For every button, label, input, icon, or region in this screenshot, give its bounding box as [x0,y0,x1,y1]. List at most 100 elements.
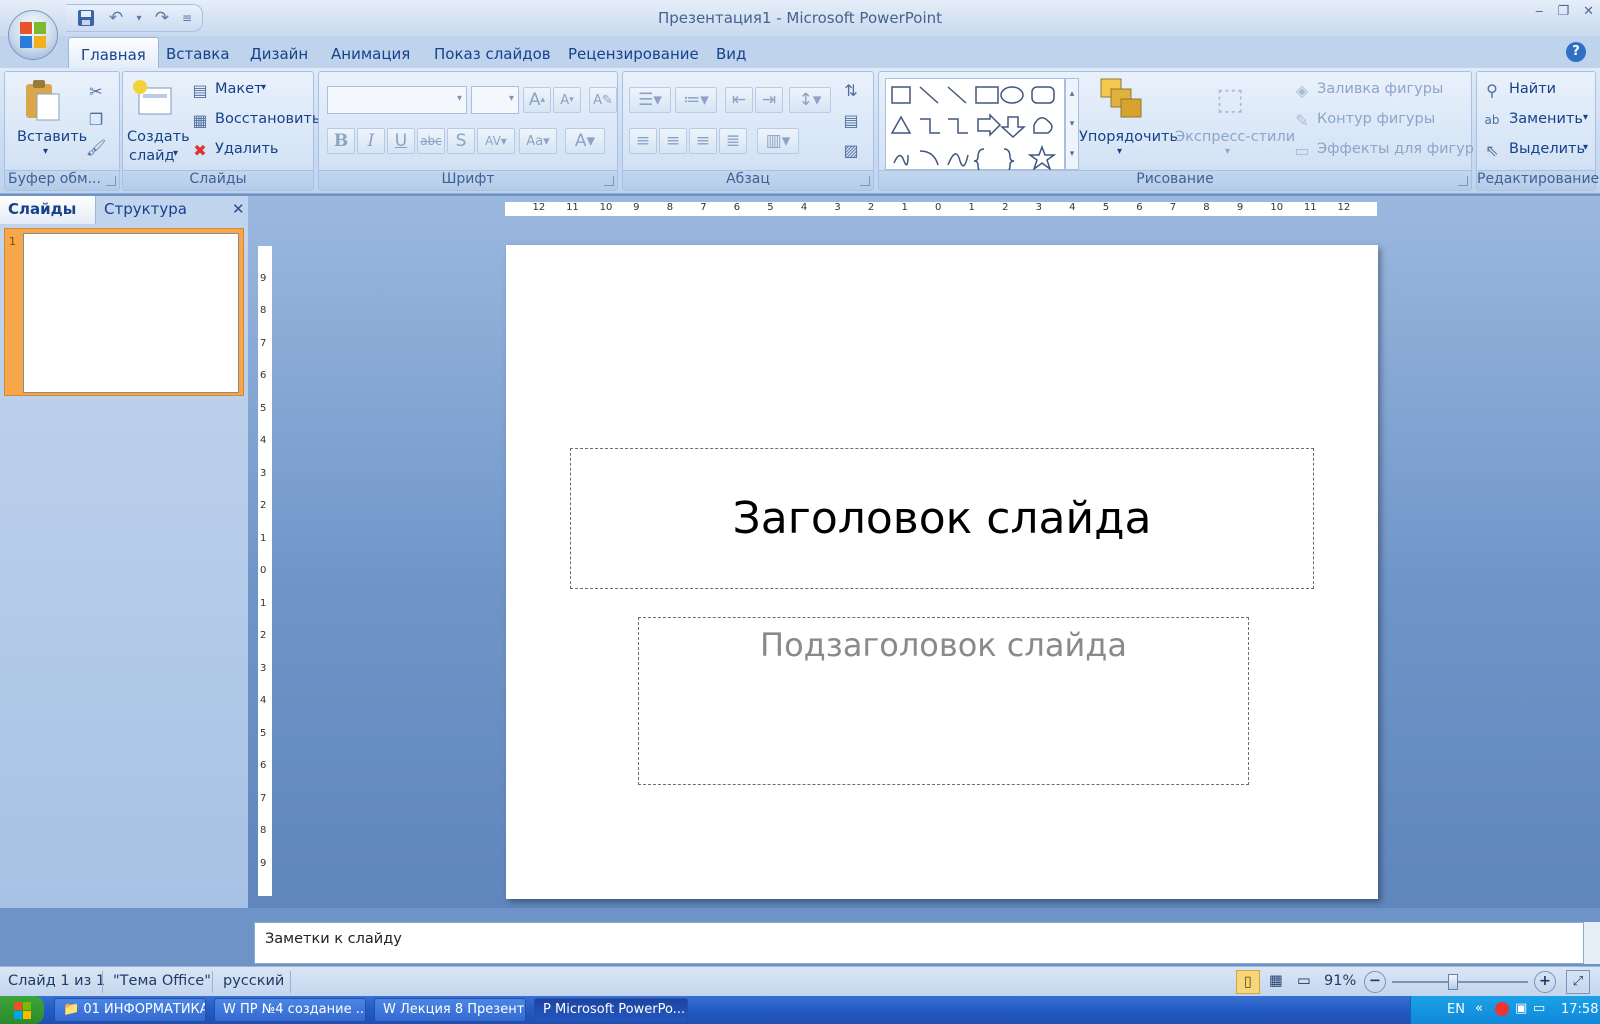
quick-styles-button[interactable]: Экспресс-стили [1175,129,1295,145]
font-size-dropdown-icon[interactable]: ▾ [509,93,514,104]
layout-button[interactable]: Макет [215,81,263,97]
columns-icon[interactable]: ▥▾ [757,128,799,154]
align-text-icon[interactable]: ▤ [837,108,865,132]
slide-thumbnail[interactable]: 1 [4,228,244,396]
input-language[interactable]: EN [1447,1002,1465,1017]
tab-outline[interactable]: Структура [96,196,196,224]
drawing-launcher-icon[interactable] [1458,176,1468,186]
zoom-slider-track[interactable] [1392,981,1528,983]
close-pane-icon[interactable]: ✕ [224,196,248,224]
cut-icon[interactable]: ✂ [85,80,107,102]
underline-icon[interactable]: U [387,128,415,154]
new-slide-label-2[interactable]: слайд [129,148,175,164]
increase-indent-icon[interactable]: ⇥ [755,87,783,113]
show-hidden-icons-icon[interactable]: « [1475,1001,1483,1016]
select-icon[interactable]: ⇖ [1481,140,1503,160]
text-shadow-icon[interactable]: S [447,128,475,154]
font-name-field[interactable]: ▾ [327,86,467,114]
close-icon[interactable]: ✕ [1583,4,1594,19]
clipboard-launcher-icon[interactable] [106,176,116,186]
paste-icon[interactable] [23,78,61,122]
slide-canvas[interactable]: Заголовок слайда Подзаголовок слайда [506,245,1378,899]
arrange-button[interactable]: Упорядочить [1079,129,1178,145]
shape-effects-icon[interactable]: ▭ [1291,140,1313,160]
font-color-icon[interactable]: A▾ [565,128,605,154]
slideshow-icon[interactable]: ▭ [1292,970,1316,994]
align-left-icon[interactable]: ≡ [629,128,657,154]
volume-icon[interactable]: ▭ [1533,1001,1545,1016]
new-slide-label-1[interactable]: Создать [127,129,190,145]
zoom-in-icon[interactable]: + [1534,971,1556,993]
layout-icon[interactable]: ▤ [189,80,211,100]
replace-button[interactable]: Заменить [1509,111,1583,127]
select-dropdown-icon[interactable]: ▾ [1583,142,1588,153]
justify-icon[interactable]: ≣ [719,128,747,154]
delete-button[interactable]: Удалить [215,141,278,157]
taskbar-item[interactable]: P Microsoft PowerPo... [534,998,688,1022]
delete-icon[interactable]: ✖ [189,140,211,160]
reset-icon[interactable]: ▦ [189,110,211,130]
tab-design[interactable]: Дизайн [250,45,308,63]
bullets-icon[interactable]: ☰▾ [629,87,671,113]
help-icon[interactable]: ? [1566,42,1586,62]
layout-dropdown-icon[interactable]: ▾ [261,82,266,93]
zoom-slider-thumb[interactable] [1448,974,1459,990]
zoom-level[interactable]: 91% [1324,973,1356,989]
numbering-icon[interactable]: ≔▾ [675,87,717,113]
paragraph-launcher-icon[interactable] [860,176,870,186]
arrange-icon[interactable] [1095,76,1145,122]
line-spacing-icon[interactable]: ↕▾ [789,87,831,113]
taskbar-item[interactable]: W ПР №4 создание ... [214,998,366,1022]
shapes-scroll[interactable]: ▴ ▾ ▾ [1065,78,1079,170]
bold-icon[interactable]: B [327,128,355,154]
strikethrough-icon[interactable]: abc [417,128,445,154]
shape-fill-icon[interactable]: ◈ [1291,80,1313,100]
tab-home[interactable]: Главная [68,37,159,68]
new-slide-dropdown-icon[interactable]: ▾ [173,148,178,159]
shape-fill-button[interactable]: Заливка фигуры [1317,81,1443,97]
taskbar-item[interactable]: W Лекция 8 Презент... [374,998,526,1022]
paste-dropdown-icon[interactable]: ▾ [43,146,48,157]
notes-scrollbar[interactable] [1584,922,1600,964]
new-slide-icon[interactable] [131,78,175,118]
slide-subtitle-placeholder[interactable]: Подзаголовок слайда [638,617,1249,785]
tab-review[interactable]: Рецензирование [568,45,699,63]
taskbar-item[interactable]: 📁 01 ИНФОРМАТИКА [54,998,206,1022]
notes-pane[interactable]: Заметки к слайду [254,922,1584,964]
paste-button[interactable]: Вставить [17,129,87,145]
tab-slides[interactable]: Слайды [0,196,96,224]
office-button[interactable] [8,10,58,60]
select-button[interactable]: Выделить [1509,141,1585,157]
convert-smartart-icon[interactable]: ▨ [837,138,865,162]
quick-styles-dropdown-icon[interactable]: ▾ [1225,146,1230,157]
language[interactable]: русский [223,973,284,989]
shape-effects-button[interactable]: Эффекты для фигур [1317,141,1474,157]
decrease-indent-icon[interactable]: ⇤ [725,87,753,113]
find-button[interactable]: Найти [1509,81,1556,97]
antivirus-icon[interactable] [1495,1002,1509,1016]
clear-formatting-icon[interactable]: A✎ [589,87,617,113]
restore-icon[interactable]: ❐ [1557,4,1569,19]
character-spacing-icon[interactable]: AV▾ [477,128,515,154]
replace-dropdown-icon[interactable]: ▾ [1583,112,1588,123]
change-case-icon[interactable]: Aa▾ [519,128,557,154]
quick-styles-icon[interactable]: ⬚ [1207,76,1253,122]
align-center-icon[interactable]: ≡ [659,128,687,154]
text-direction-icon[interactable]: ⇅ [837,78,865,102]
grow-font-icon[interactable]: A ▴ [523,87,551,113]
start-button[interactable] [0,996,44,1024]
arrange-dropdown-icon[interactable]: ▾ [1117,146,1122,157]
shapes-gallery[interactable] [885,78,1065,174]
zoom-out-icon[interactable]: − [1364,971,1386,993]
tab-insert[interactable]: Вставка [166,45,230,63]
shape-outline-button[interactable]: Контур фигуры [1317,111,1435,127]
copy-icon[interactable]: ❐ [85,108,107,130]
font-launcher-icon[interactable] [604,176,614,186]
fit-to-window-icon[interactable]: ⤢ [1566,970,1590,994]
font-name-dropdown-icon[interactable]: ▾ [457,93,462,104]
reset-button[interactable]: Восстановить [215,111,320,127]
find-icon[interactable]: ⚲ [1481,80,1503,100]
normal-view-icon[interactable]: ▯ [1236,970,1260,994]
shape-outline-icon[interactable]: ✎ [1291,110,1313,130]
tab-slideshow[interactable]: Показ слайдов [434,45,551,63]
